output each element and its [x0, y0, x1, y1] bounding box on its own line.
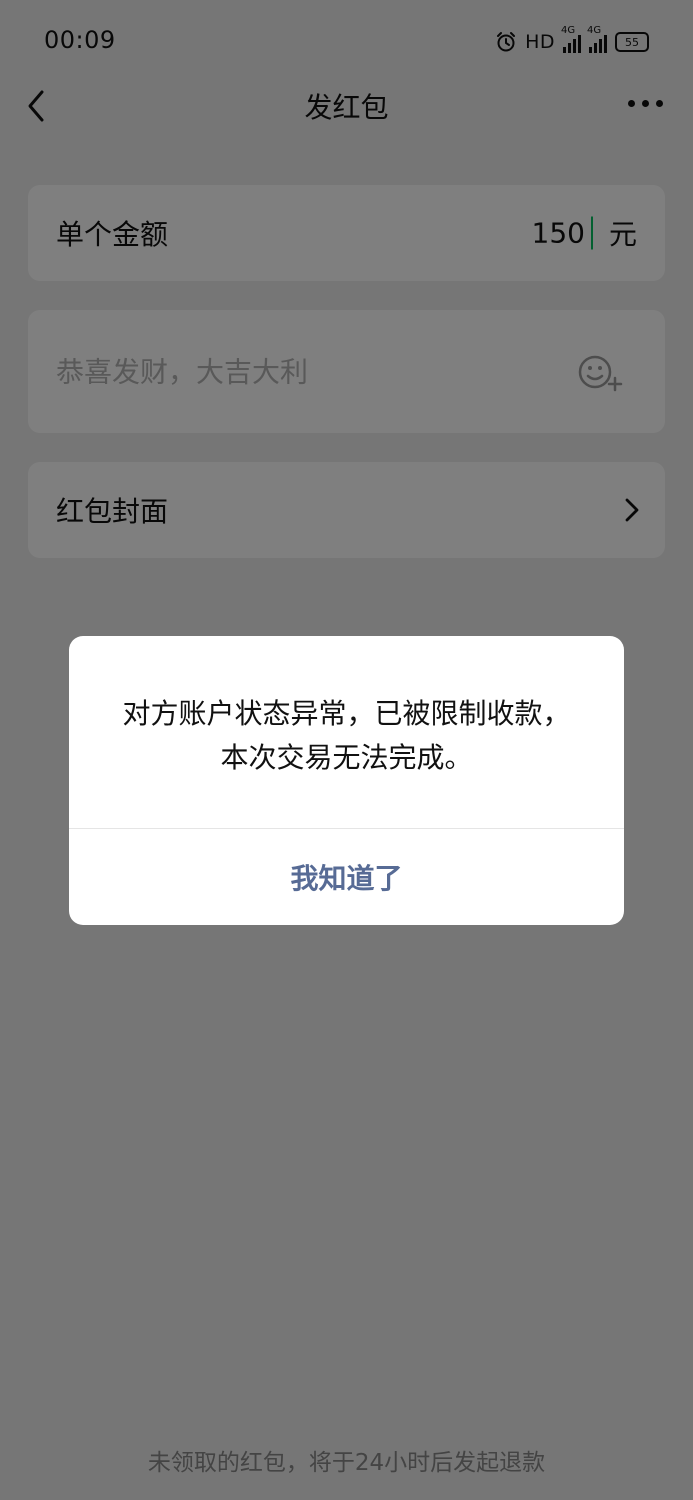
alert-dialog: 对方账户状态异常，已被限制收款，本次交易无法完成。 我知道了 — [69, 636, 624, 925]
acknowledge-button[interactable]: 我知道了 — [69, 829, 624, 925]
dialog-message: 对方账户状态异常，已被限制收款，本次交易无法完成。 — [122, 697, 571, 774]
